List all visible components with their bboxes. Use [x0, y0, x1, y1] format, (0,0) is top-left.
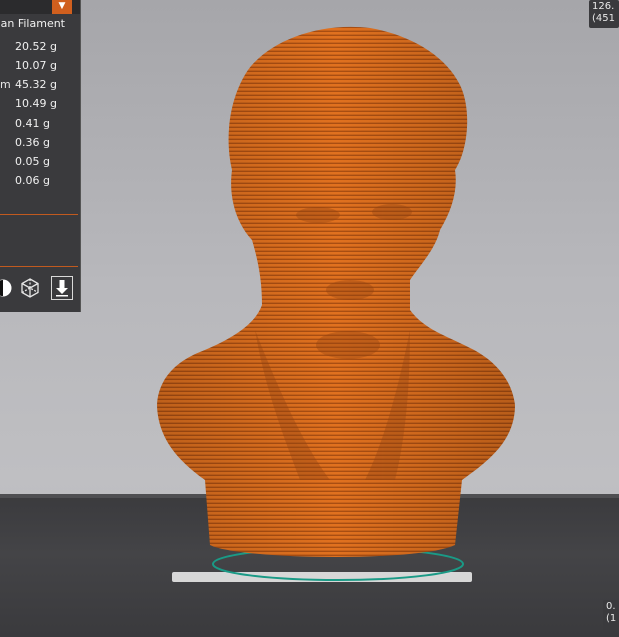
- stat-row: 20.52 g: [0, 40, 80, 56]
- stat-row: 0.05 g: [0, 155, 80, 171]
- stat-row: 0.36 g: [0, 136, 80, 152]
- stat-value: 10.07 g: [15, 59, 57, 72]
- view-toggle-icon[interactable]: [0, 276, 14, 300]
- stat-row: m 45.32 g: [0, 78, 57, 91]
- stat-row: 10.07 g: [0, 59, 80, 75]
- stat-row: 0.41 g: [0, 117, 80, 133]
- coordinate-readout: 0. (1: [603, 600, 619, 630]
- stat-value: 10.49 g: [15, 97, 57, 110]
- chevron-down-icon[interactable]: ▼: [52, 0, 72, 14]
- export-download-icon[interactable]: [51, 276, 73, 300]
- stat-value: 20.52 g: [15, 40, 57, 53]
- dimension-readout: 126. (451: [589, 0, 619, 28]
- divider: [0, 266, 78, 267]
- stat-row: 10.49 g: [0, 97, 80, 113]
- stat-row: 0.06 g: [0, 174, 80, 190]
- stat-value: 0.05 g: [15, 155, 50, 168]
- stat-value: 0.36 g: [15, 136, 50, 149]
- print-stats-panel: ▼ lan Filament 20.52 g 10.07 g m 45.32 g…: [0, 0, 81, 312]
- sliced-bust-model[interactable]: [0, 0, 619, 637]
- divider: [0, 214, 78, 215]
- stat-value: 0.06 g: [15, 174, 50, 187]
- 3d-viewport[interactable]: [0, 0, 619, 637]
- stat-value: 0.41 g: [15, 117, 50, 130]
- filament-selector[interactable]: ▼: [0, 0, 80, 14]
- cube-view-icon[interactable]: [19, 276, 41, 300]
- stat-value: 45.32 g: [15, 78, 57, 91]
